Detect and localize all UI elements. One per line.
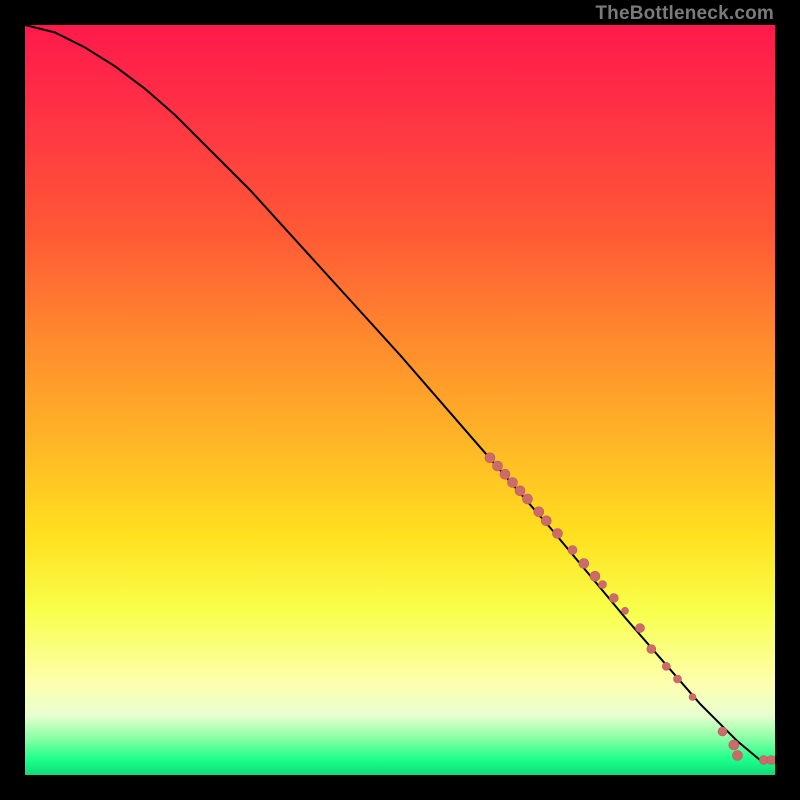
data-point [718, 727, 727, 736]
data-point [729, 740, 739, 750]
data-point [485, 453, 495, 463]
plot-area [25, 25, 775, 775]
chart-frame: TheBottleneck.com [0, 0, 800, 800]
data-point [674, 675, 682, 683]
data-point [500, 469, 510, 479]
data-point [579, 559, 589, 569]
data-point [508, 478, 518, 488]
data-point [523, 494, 533, 504]
data-point [759, 756, 768, 765]
data-point [636, 624, 645, 633]
series-markers [485, 453, 775, 765]
watermark-text: TheBottleneck.com [595, 4, 774, 23]
data-point [534, 507, 544, 517]
data-point [568, 546, 577, 555]
data-point [590, 571, 600, 581]
data-point [662, 662, 670, 670]
data-point [622, 607, 629, 614]
data-point [553, 529, 563, 539]
data-point [647, 645, 656, 654]
data-point [599, 581, 607, 589]
data-point [493, 461, 503, 471]
data-point [515, 486, 525, 496]
data-point [541, 516, 551, 526]
chart-svg [25, 25, 775, 775]
data-point [733, 751, 743, 761]
data-point [689, 694, 696, 701]
data-point [767, 756, 775, 765]
data-point [609, 594, 618, 603]
series-curve [25, 25, 775, 760]
